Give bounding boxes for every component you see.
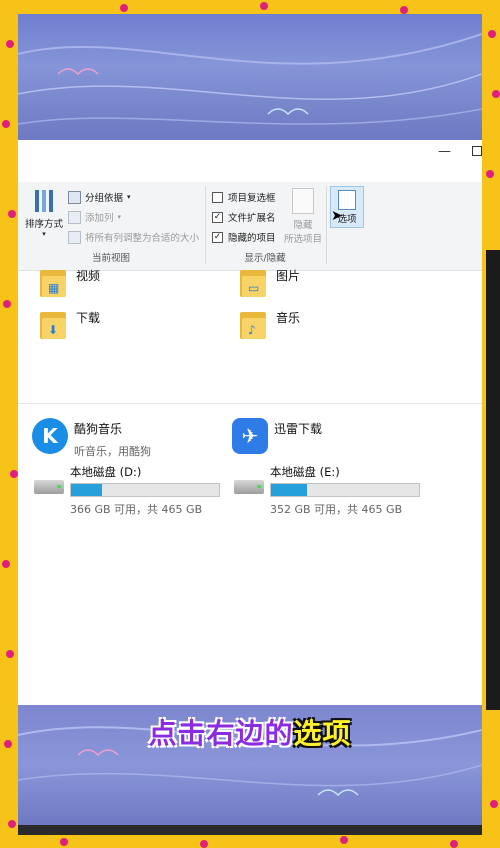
polka-dot: [260, 2, 268, 10]
sort-icon: [33, 188, 55, 214]
polka-dot: [486, 170, 494, 178]
file-extensions-label: 文件扩展名: [228, 213, 276, 224]
show-hide-group: 项目复选框 ✓ 文件扩展名 ✓ 隐藏的项目 隐藏 所选项目 显示/隐藏: [206, 182, 324, 270]
hidden-items-label: 隐藏的项目: [228, 233, 276, 244]
chevron-down-icon: ▾: [42, 230, 46, 238]
drive-name: 本地磁盘 (D:): [70, 465, 142, 479]
polka-dot: [10, 470, 18, 478]
xunlei-icon: ✈: [232, 418, 268, 454]
hide-selected-icon: [292, 188, 314, 214]
folder-label: 视频: [76, 269, 101, 283]
item-checkboxes-option[interactable]: 项目复选框: [212, 190, 276, 204]
polka-dot: [60, 838, 68, 846]
kugou-icon: K: [32, 418, 68, 454]
hide-label: 隐藏: [293, 220, 313, 231]
polka-dot: [6, 650, 14, 658]
folder-item[interactable]: ▭ 图片: [240, 267, 300, 297]
show-hide-label: 显示/隐藏: [244, 253, 286, 264]
add-column-label: 添加列: [85, 213, 114, 224]
file-extensions-checkbox[interactable]: ✓: [212, 211, 223, 223]
polka-dot: [8, 210, 16, 218]
polka-dot: [400, 6, 408, 14]
app-item[interactable]: ✈ 迅雷下载: [232, 418, 322, 454]
folder-item[interactable]: ⬇ 下载: [40, 309, 100, 339]
item-checkboxes-label: 项目复选框: [228, 193, 276, 204]
sort-by-button[interactable]: 排序方式 ▾: [24, 188, 64, 238]
app-item[interactable]: K 酷狗音乐 听音乐，用酷狗: [32, 418, 151, 459]
current-view-label: 当前视图: [91, 253, 130, 264]
hard-drive-icon: [34, 480, 64, 494]
file-explorer-window: — 排序方式 ▾ 分组依据 ▾ 添加列 ▾ 将所有列调整为合适的大小 当前视图 …: [18, 140, 482, 750]
hide-selected-button[interactable]: 隐藏 所选项目: [282, 188, 324, 245]
sort-by-label: 排序方式: [24, 219, 63, 230]
polka-dot: [340, 836, 348, 844]
polka-dot: [488, 30, 496, 38]
group-divider: [326, 186, 327, 264]
polka-dot: [490, 800, 498, 808]
folder-label: 音乐: [276, 311, 301, 325]
view-ribbon: 排序方式 ▾ 分组依据 ▾ 添加列 ▾ 将所有列调整为合适的大小 当前视图 项目…: [18, 182, 482, 271]
chevron-down-icon: ▾: [117, 213, 122, 221]
app-name: 酷狗音乐: [74, 422, 123, 436]
polka-dot: [492, 90, 500, 98]
folder-item[interactable]: ♪ 音乐: [240, 309, 300, 339]
downloads-folder-icon: ⬇: [40, 309, 66, 339]
polka-dot: [8, 820, 16, 828]
app-description: 听音乐，用酷狗: [74, 445, 151, 458]
current-view-group: 排序方式 ▾ 分组依据 ▾ 添加列 ▾ 将所有列调整为合适的大小 当前视图: [18, 182, 204, 270]
group-by-label: 分组依据: [85, 193, 124, 204]
folder-label: 图片: [276, 269, 301, 283]
folder-label: 下载: [76, 311, 101, 325]
size-columns-button[interactable]: 将所有列调整为合适的大小: [68, 230, 199, 244]
section-divider: [18, 403, 482, 404]
polka-dot: [2, 120, 10, 128]
size-columns-icon: [68, 230, 81, 244]
item-checkboxes-checkbox[interactable]: [212, 191, 223, 203]
caption-subtitle: 点击右边的选项: [18, 712, 482, 752]
drive-item[interactable]: 本地磁盘 (D:) 366 GB 可用，共 465 GB: [34, 464, 220, 517]
video-folder-icon: ▦: [40, 267, 66, 297]
mouse-cursor-icon: ➤: [331, 208, 343, 224]
title-bar: —: [18, 140, 482, 182]
caption-part-1: 点击右边的: [148, 717, 294, 750]
drive-free-space: 352 GB 可用，共 465 GB: [270, 503, 403, 516]
polka-dot: [120, 4, 128, 12]
pictures-folder-icon: ▭: [240, 267, 266, 297]
music-folder-icon: ♪: [240, 309, 266, 339]
add-column-icon: [68, 210, 81, 224]
maximize-button[interactable]: [472, 146, 482, 156]
group-by-button[interactable]: 分组依据 ▾: [68, 190, 131, 204]
options-icon: [338, 190, 356, 210]
dark-bottom-bar: [18, 825, 482, 835]
caption-part-2: 选项: [293, 717, 352, 750]
folder-item[interactable]: ▦ 视频: [40, 267, 100, 297]
drive-usage-bar: [70, 483, 220, 497]
hidden-items-checkbox[interactable]: ✓: [212, 231, 223, 243]
app-name: 迅雷下载: [274, 422, 323, 436]
hard-drive-icon: [234, 480, 264, 494]
hide-selected-sublabel: 所选项目: [283, 234, 322, 245]
polka-dot: [2, 560, 10, 568]
polka-dot: [6, 40, 14, 48]
drive-name: 本地磁盘 (E:): [270, 465, 340, 479]
add-column-button[interactable]: 添加列 ▾: [68, 210, 121, 224]
drive-item[interactable]: 本地磁盘 (E:) 352 GB 可用，共 465 GB: [234, 464, 420, 517]
minimize-button[interactable]: —: [438, 144, 451, 159]
group-by-icon: [68, 190, 81, 204]
hidden-items-option[interactable]: ✓ 隐藏的项目: [212, 230, 276, 244]
polka-dot: [4, 740, 12, 748]
file-extensions-option[interactable]: ✓ 文件扩展名: [212, 210, 276, 224]
polka-dot: [3, 300, 11, 308]
dark-side-strip: [486, 250, 500, 710]
content-pane: ▦ 视频 ▭ 图片 ⬇ 下载 ♪ 音乐 K 酷狗音乐 听音乐，用酷狗 ✈ 迅雷下…: [18, 269, 482, 750]
wallpaper-top: [18, 14, 482, 142]
chevron-down-icon: ▾: [127, 193, 131, 201]
size-columns-label: 将所有列调整为合适的大小: [85, 233, 200, 244]
drive-free-space: 366 GB 可用，共 465 GB: [70, 503, 203, 516]
drive-usage-bar: [270, 483, 420, 497]
